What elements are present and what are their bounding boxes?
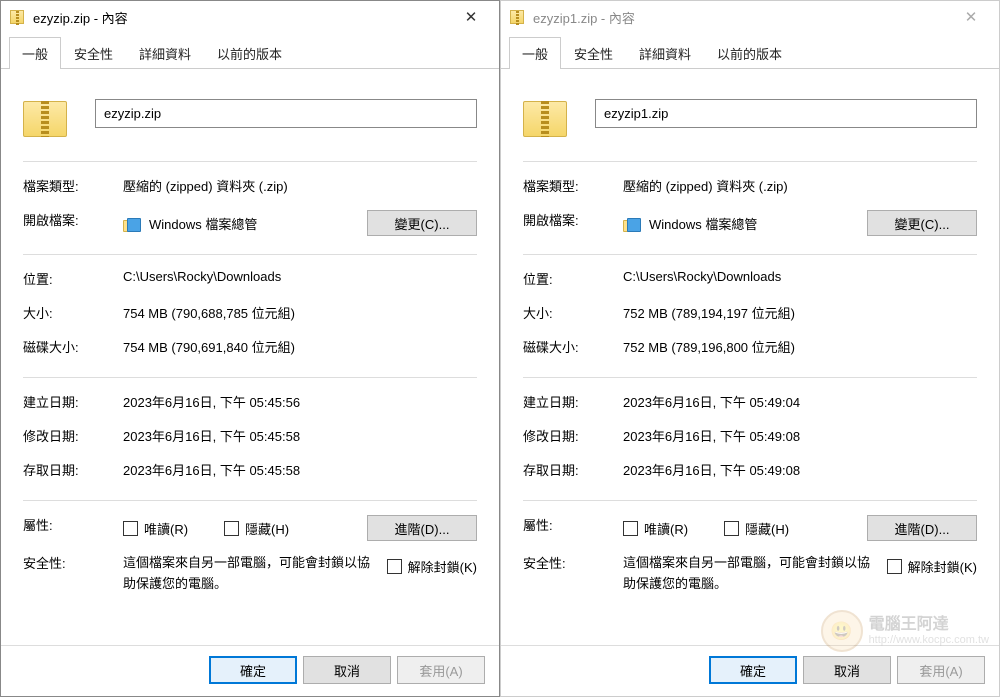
created-value: 2023年6月16日, 下午 05:45:56 — [123, 392, 477, 411]
modified-label: 修改日期: — [523, 426, 623, 445]
apply-button[interactable]: 套用(A) — [397, 656, 485, 684]
file-type-icon — [523, 89, 571, 137]
accessed-label: 存取日期: — [523, 460, 623, 479]
size-label: 大小: — [23, 303, 123, 322]
cancel-button[interactable]: 取消 — [303, 656, 391, 684]
properties-dialog-right: ezyzip1.zip - 內容 ✕ 一般 安全性 詳細資料 以前的版本 檔案類… — [500, 0, 1000, 697]
size-on-disk-value: 752 MB (789,196,800 位元組) — [623, 337, 977, 356]
properties-dialog-left: ezyzip.zip - 內容 ✕ 一般 安全性 詳細資料 以前的版本 檔案類型… — [0, 0, 500, 697]
tab-bar: 一般 安全性 詳細資料 以前的版本 — [501, 33, 999, 69]
size-label: 大小: — [523, 303, 623, 322]
close-button[interactable]: ✕ — [451, 3, 491, 31]
opens-with-value: Windows 檔案總管 變更(C)... — [123, 210, 477, 236]
location-label: 位置: — [523, 269, 623, 288]
size-value: 752 MB (789,194,197 位元組) — [623, 303, 977, 322]
tab-previous-versions[interactable]: 以前的版本 — [204, 37, 295, 68]
tab-bar: 一般 安全性 詳細資料 以前的版本 — [1, 33, 499, 69]
created-label: 建立日期: — [523, 392, 623, 411]
content-area: 檔案類型: 壓縮的 (zipped) 資料夾 (.zip) 開啟檔案: Wind… — [501, 69, 999, 645]
titlebar[interactable]: ezyzip1.zip - 內容 ✕ — [501, 1, 999, 33]
accessed-label: 存取日期: — [23, 460, 123, 479]
tab-details[interactable]: 詳細資料 — [626, 37, 704, 68]
modified-value: 2023年6月16日, 下午 05:45:58 — [123, 426, 477, 445]
size-value: 754 MB (790,688,785 位元組) — [123, 303, 477, 322]
change-button[interactable]: 變更(C)... — [867, 210, 977, 236]
titlebar[interactable]: ezyzip.zip - 內容 ✕ — [1, 1, 499, 33]
attributes-value: 唯讀(R) 隱藏(H) 進階(D)... — [623, 515, 977, 541]
dialog-footer: 確定 取消 套用(A) — [501, 645, 999, 696]
type-value: 壓縮的 (zipped) 資料夾 (.zip) — [623, 176, 977, 195]
size-on-disk-label: 磁碟大小: — [23, 337, 123, 356]
filename-input[interactable] — [595, 99, 977, 128]
accessed-value: 2023年6月16日, 下午 05:49:08 — [623, 460, 977, 479]
tab-previous-versions[interactable]: 以前的版本 — [704, 37, 795, 68]
security-label: 安全性: — [523, 553, 623, 572]
tab-general[interactable]: 一般 — [9, 37, 61, 69]
filename-input[interactable] — [95, 99, 477, 128]
advanced-button[interactable]: 進階(D)... — [867, 515, 977, 541]
ok-button[interactable]: 確定 — [709, 656, 797, 684]
window-title: ezyzip.zip - 內容 — [33, 8, 128, 27]
close-button[interactable]: ✕ — [951, 3, 991, 31]
created-label: 建立日期: — [23, 392, 123, 411]
readonly-checkbox[interactable]: 唯讀(R) — [623, 519, 688, 538]
opens-with-label: 開啟檔案: — [523, 210, 623, 229]
cancel-button[interactable]: 取消 — [803, 656, 891, 684]
type-value: 壓縮的 (zipped) 資料夾 (.zip) — [123, 176, 477, 195]
security-label: 安全性: — [23, 553, 123, 572]
change-button[interactable]: 變更(C)... — [367, 210, 477, 236]
hidden-checkbox[interactable]: 隱藏(H) — [724, 519, 789, 538]
attributes-label: 屬性: — [23, 515, 123, 534]
size-on-disk-label: 磁碟大小: — [523, 337, 623, 356]
type-label: 檔案類型: — [23, 176, 123, 195]
zip-icon — [9, 9, 25, 25]
hidden-checkbox[interactable]: 隱藏(H) — [224, 519, 289, 538]
modified-label: 修改日期: — [23, 426, 123, 445]
unblock-checkbox[interactable]: 解除封鎖(K) — [887, 557, 977, 576]
location-value: C:\Users\Rocky\Downloads — [623, 269, 977, 284]
tab-details[interactable]: 詳細資料 — [126, 37, 204, 68]
apply-button[interactable]: 套用(A) — [897, 656, 985, 684]
location-label: 位置: — [23, 269, 123, 288]
opens-with-label: 開啟檔案: — [23, 210, 123, 229]
accessed-value: 2023年6月16日, 下午 05:45:58 — [123, 460, 477, 479]
type-label: 檔案類型: — [523, 176, 623, 195]
security-text: 這個檔案來自另一部電腦，可能會封鎖以協助保護您的電腦。 — [623, 553, 887, 595]
readonly-checkbox[interactable]: 唯讀(R) — [123, 519, 188, 538]
location-value: C:\Users\Rocky\Downloads — [123, 269, 477, 284]
zip-icon — [509, 9, 525, 25]
created-value: 2023年6月16日, 下午 05:49:04 — [623, 392, 977, 411]
ok-button[interactable]: 確定 — [209, 656, 297, 684]
content-area: 檔案類型: 壓縮的 (zipped) 資料夾 (.zip) 開啟檔案: Wind… — [1, 69, 499, 645]
tab-general[interactable]: 一般 — [509, 37, 561, 69]
tab-security[interactable]: 安全性 — [61, 37, 126, 68]
opens-with-value: Windows 檔案總管 變更(C)... — [623, 210, 977, 236]
tab-security[interactable]: 安全性 — [561, 37, 626, 68]
attributes-value: 唯讀(R) 隱藏(H) 進階(D)... — [123, 515, 477, 541]
explorer-icon — [623, 214, 641, 232]
attributes-label: 屬性: — [523, 515, 623, 534]
unblock-checkbox[interactable]: 解除封鎖(K) — [387, 557, 477, 576]
window-title: ezyzip1.zip - 內容 — [533, 8, 635, 27]
modified-value: 2023年6月16日, 下午 05:49:08 — [623, 426, 977, 445]
security-text: 這個檔案來自另一部電腦，可能會封鎖以協助保護您的電腦。 — [123, 553, 387, 595]
size-on-disk-value: 754 MB (790,691,840 位元組) — [123, 337, 477, 356]
file-type-icon — [23, 89, 71, 137]
dialog-footer: 確定 取消 套用(A) — [1, 645, 499, 696]
explorer-icon — [123, 214, 141, 232]
advanced-button[interactable]: 進階(D)... — [367, 515, 477, 541]
